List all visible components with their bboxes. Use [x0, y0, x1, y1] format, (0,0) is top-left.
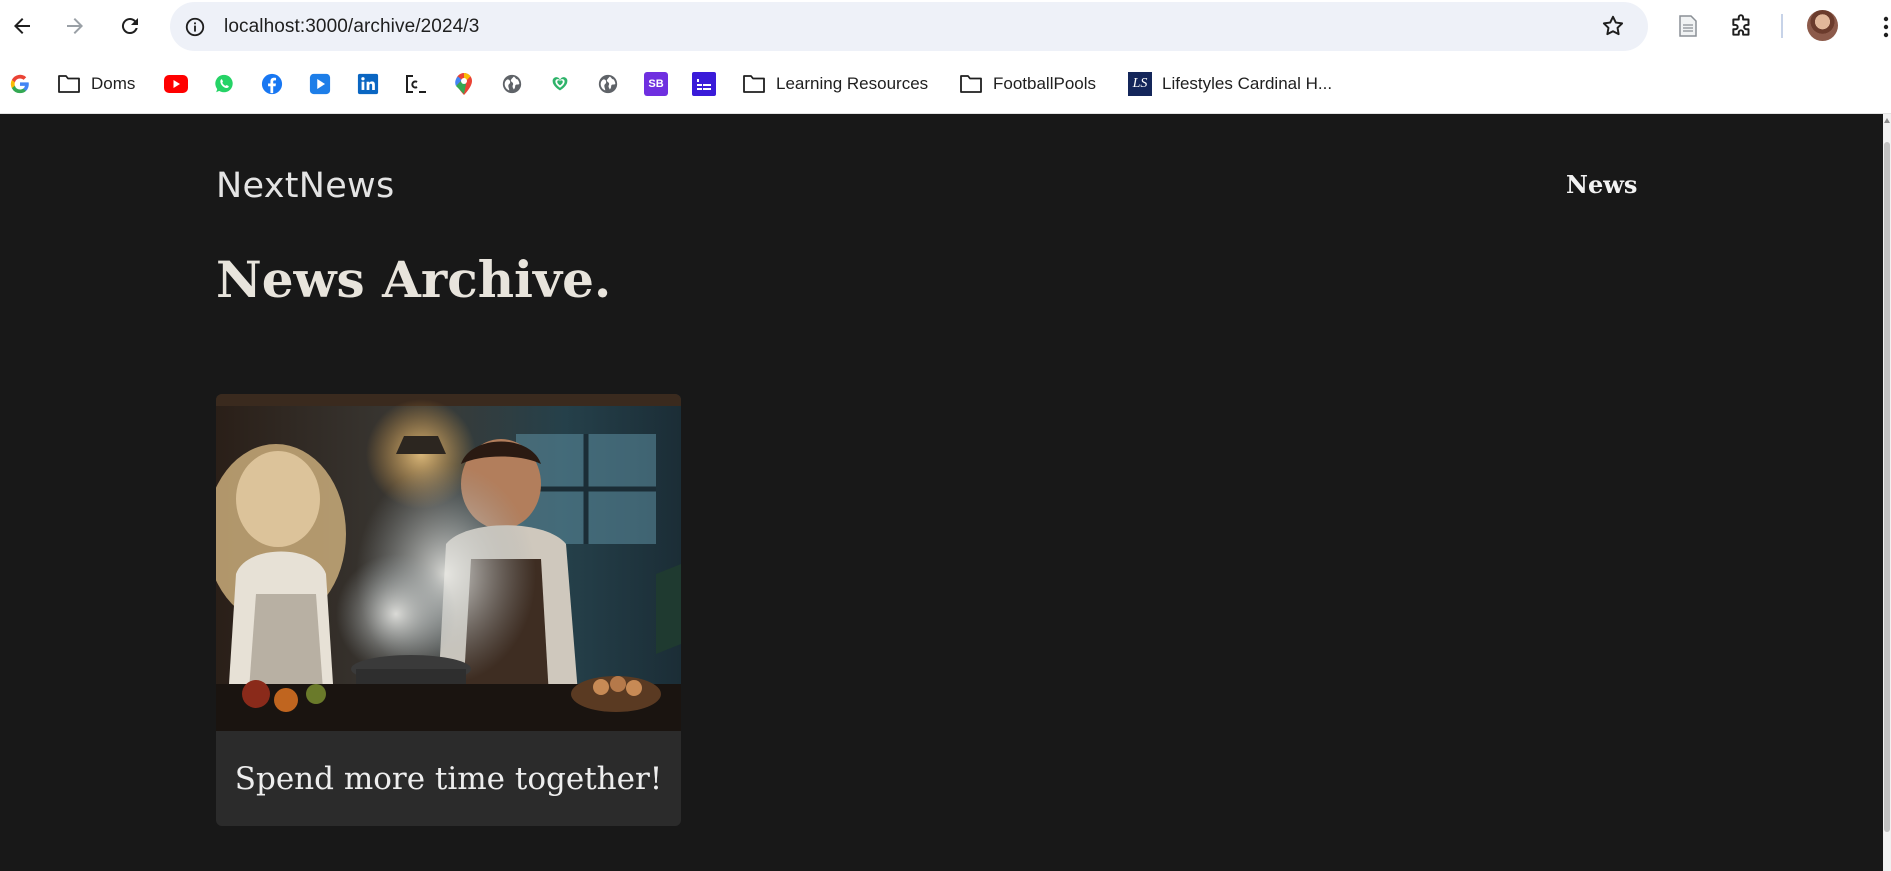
- bookmark-calendar[interactable]: [692, 70, 716, 98]
- ls-icon: LS: [1128, 72, 1152, 96]
- article-title[interactable]: Spend more time together!: [216, 731, 681, 826]
- bookmark-whatsapp[interactable]: [212, 70, 236, 98]
- arrow-right-icon: [67, 18, 83, 34]
- nav-link-news[interactable]: News: [1566, 170, 1637, 199]
- bookmark-course[interactable]: [404, 70, 428, 98]
- toolbar-divider: [1781, 14, 1783, 38]
- bookmark-label: Lifestyles Cardinal H...: [1162, 74, 1333, 93]
- play-icon: [308, 72, 332, 96]
- reload-button[interactable]: [112, 8, 148, 44]
- menu-kebab-icon[interactable]: [1882, 14, 1890, 40]
- bookmark-youtube[interactable]: [164, 70, 188, 98]
- site-logo[interactable]: NextNews: [216, 166, 395, 206]
- bookmark-health[interactable]: [548, 70, 572, 98]
- page-content: NextNews News News Archive. Spend more t…: [0, 114, 1883, 871]
- folder-icon: [959, 72, 983, 96]
- bookmark-label: FootballPools: [993, 74, 1097, 93]
- bookmark-play[interactable]: [308, 70, 332, 98]
- bookmark-lifestyles[interactable]: LS Lifestyles Cardinal H...: [1128, 70, 1332, 98]
- scroll-up-icon[interactable]: [1884, 118, 1890, 123]
- reload-icon: [121, 18, 138, 35]
- folder-icon: [742, 72, 766, 96]
- url-text[interactable]: localhost:3000/archive/2024/3: [224, 16, 479, 38]
- bookmark-facebook[interactable]: [260, 70, 284, 98]
- folder-icon: [57, 72, 81, 96]
- sb-icon: SB: [644, 72, 668, 96]
- article-card[interactable]: Spend more time together!: [216, 394, 681, 826]
- globe-icon: [596, 72, 620, 96]
- google-icon: [8, 72, 32, 96]
- page-title: News Archive.: [216, 250, 612, 309]
- heart-shield-icon: [548, 72, 572, 96]
- bookmark-globe-1[interactable]: [500, 70, 524, 98]
- bookmark-folder-footballpools[interactable]: FootballPools: [959, 70, 1096, 98]
- youtube-icon: [164, 72, 188, 96]
- back-button[interactable]: [4, 8, 40, 44]
- globe-icon: [500, 72, 524, 96]
- bookmark-sb[interactable]: SB: [644, 70, 668, 98]
- address-bar[interactable]: localhost:3000/archive/2024/3: [170, 2, 1648, 51]
- bookmark-folder-learning[interactable]: Learning Resources: [742, 70, 928, 98]
- scrollbar-thumb[interactable]: [1884, 142, 1890, 832]
- bookmark-google[interactable]: [8, 70, 32, 98]
- browser-toolbar: localhost:3000/archive/2024/3: [0, 0, 1891, 53]
- bookmark-label: Doms: [91, 74, 136, 93]
- bookmark-folder-doms[interactable]: Doms: [57, 70, 135, 98]
- article-image: [216, 394, 681, 731]
- page-scrollbar[interactable]: [1883, 114, 1891, 871]
- calendar-icon: [692, 72, 716, 96]
- linkedin-icon: [356, 72, 380, 96]
- site-info-icon[interactable]: [182, 14, 207, 39]
- bookmark-star-icon[interactable]: [1600, 13, 1626, 39]
- reading-list-icon[interactable]: [1674, 12, 1702, 40]
- maps-icon: [452, 72, 476, 96]
- extensions-icon[interactable]: [1728, 12, 1756, 40]
- bookmarks-bar: Doms SB Learning Resources FootballPools…: [0, 53, 1891, 114]
- profile-avatar[interactable]: [1807, 10, 1838, 41]
- bookmark-globe-2[interactable]: [596, 70, 620, 98]
- forward-button[interactable]: [57, 8, 93, 44]
- facebook-icon: [260, 72, 284, 96]
- bookmark-label: Learning Resources: [776, 74, 929, 93]
- bookmark-linkedin[interactable]: [356, 70, 380, 98]
- bookmark-maps[interactable]: [452, 70, 476, 98]
- course-icon: [404, 72, 428, 96]
- whatsapp-icon: [212, 72, 236, 96]
- arrow-left-icon: [14, 18, 30, 34]
